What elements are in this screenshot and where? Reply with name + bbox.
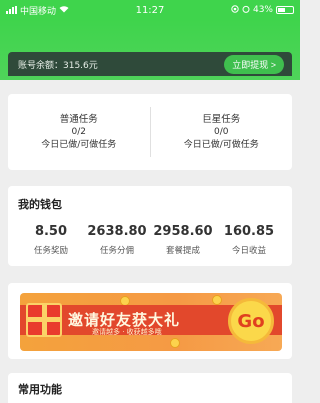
coin-icon: [212, 295, 222, 305]
balance-bar: 账号余额：315.6元 立即提现 >: [8, 52, 292, 76]
status-right: 43%: [231, 4, 294, 16]
stat-value: 2958.60: [153, 224, 213, 239]
stat-label: 今日收益: [231, 246, 266, 256]
common-functions-title: 常用功能: [18, 383, 62, 396]
battery-percent: 43%: [252, 5, 273, 15]
alarm-icon: [242, 5, 250, 16]
task-title: 巨星任务: [202, 113, 241, 125]
signal-icon: [6, 6, 17, 14]
battery-icon: [276, 6, 294, 14]
common-functions-card: 常用功能: [8, 373, 292, 403]
normal-task[interactable]: 普通任务 0/2 今日已做/可做任务: [8, 113, 150, 152]
gift-icon: [26, 303, 62, 337]
carrier-label: 中国移动: [20, 6, 57, 17]
status-left: 中国移动: [6, 4, 69, 17]
wallet-title: 我的钱包: [18, 198, 62, 211]
stat-task-reward[interactable]: 8.50 任务奖励: [18, 224, 84, 256]
stat-today-earnings[interactable]: 160.85 今日收益: [216, 224, 282, 256]
go-button[interactable]: Go: [228, 298, 274, 344]
task-count: 0/0: [214, 126, 229, 137]
banner-art: 邀请好友获大礼 邀请越多 · 收获越多哦 Go: [20, 293, 282, 351]
account-balance: 账号余额：315.6元: [18, 60, 98, 71]
task-desc: 今日已做/可做任务: [183, 139, 259, 150]
withdraw-button[interactable]: 立即提现 >: [224, 54, 284, 74]
stat-value: 160.85: [223, 224, 275, 239]
wallet-stats: 8.50 任务奖励 2638.80 任务分佣 2958.60 套餐提成 160.…: [18, 224, 282, 256]
coin-icon: [170, 338, 180, 348]
stat-label: 任务分佣: [99, 246, 134, 256]
task-count: 0/2: [71, 126, 86, 137]
stat-value: 8.50: [34, 224, 68, 239]
star-task[interactable]: 巨星任务 0/0 今日已做/可做任务: [151, 113, 293, 152]
task-title: 普通任务: [59, 113, 98, 125]
task-summary-card: 普通任务 0/2 今日已做/可做任务 巨星任务 0/0 今日已做/可做任务: [8, 94, 292, 170]
wallet-card: 我的钱包 8.50 任务奖励 2638.80 任务分佣 2958.60 套餐提成…: [8, 186, 292, 266]
banner-subline: 邀请越多 · 收获越多哦: [92, 328, 162, 336]
stat-label: 任务奖励: [33, 246, 68, 256]
status-bar: 中国移动 11:27 43%: [0, 0, 300, 20]
stat-value: 2638.80: [87, 224, 147, 239]
task-desc: 今日已做/可做任务: [41, 139, 117, 150]
rotation-lock-icon: [231, 4, 239, 16]
stat-package-bonus[interactable]: 2958.60 套餐提成: [150, 224, 216, 256]
stat-label: 套餐提成: [165, 246, 200, 256]
wifi-icon: [59, 5, 69, 16]
stat-task-commission[interactable]: 2638.80 任务分佣: [84, 224, 150, 256]
invite-banner[interactable]: 邀请好友获大礼 邀请越多 · 收获越多哦 Go: [8, 283, 292, 359]
